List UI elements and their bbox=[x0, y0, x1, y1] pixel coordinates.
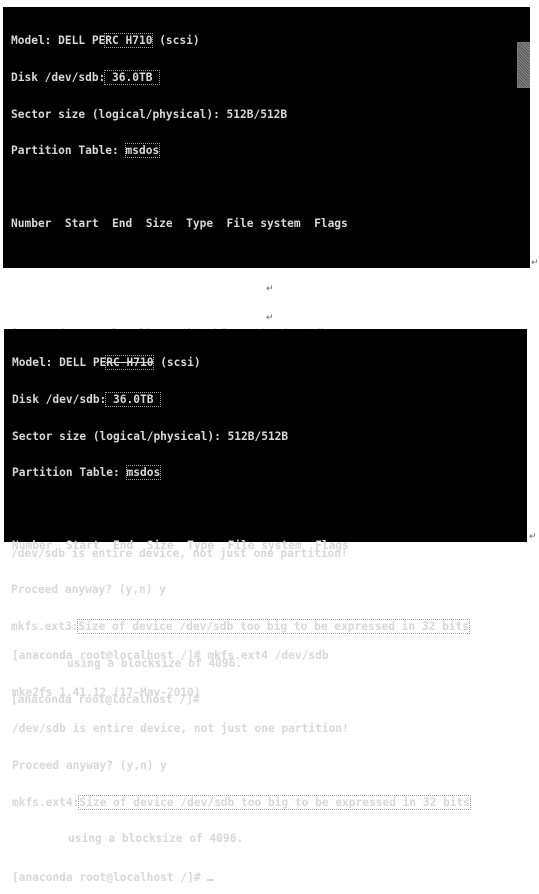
model-line: Model: DELL PERC H710 (scsi) bbox=[12, 355, 201, 371]
sector-size-line: Sector size (logical/physical): 512B/512… bbox=[12, 429, 289, 443]
partition-table-header: Number Start End Size Type File system F… bbox=[11, 217, 348, 231]
error-line: mkfs.ext4:Size of device /dev/sdb too bi… bbox=[12, 794, 472, 810]
partition-value-highlight: msdos bbox=[124, 143, 161, 159]
disk-line: Disk /dev/sdb: 36.0TB bbox=[11, 70, 530, 85]
disk-size-highlight: 36.0TB bbox=[104, 70, 161, 85]
partition-table-line: Partition Table: msdos bbox=[12, 465, 162, 481]
disk-size-highlight: 36.0TB bbox=[105, 392, 162, 407]
text-cursor bbox=[207, 870, 215, 881]
model-highlight: RC H710 bbox=[105, 355, 155, 371]
partition-table-line: Partition Table: msdos bbox=[11, 143, 161, 159]
terminal-line: mke2fs 1.41.12 (17-May-2010) bbox=[12, 685, 201, 699]
model-line: Model: DELL PERC H710 (scsi) bbox=[11, 33, 200, 49]
partition-value-highlight: msdos bbox=[125, 465, 162, 481]
error-continuation: using a blocksize of 4096. bbox=[68, 832, 244, 846]
paragraph-mark-icon: ↵ bbox=[529, 532, 537, 542]
model-highlight: RC H710 bbox=[104, 33, 154, 49]
terminal-line: Proceed anyway? (y,n) y bbox=[12, 758, 167, 772]
terminal-screenshot-ext3: Model: DELL PERC H710 (scsi) Disk /dev/s… bbox=[3, 7, 530, 706]
error-highlight: Size of device /dev/sdb too big to be ex… bbox=[78, 794, 472, 810]
scrollbar[interactable] bbox=[517, 42, 530, 88]
terminal-screenshot-ext4: Model: DELL PERC H710 (scsi) Disk /dev/s… bbox=[4, 329, 527, 883]
terminal-line: [anaconda root@localhost /]# mkfs.ext4 /… bbox=[12, 649, 329, 663]
paragraph-mark-icon: ↵ bbox=[531, 258, 539, 268]
disk-line: Disk /dev/sdb: 36.0TB bbox=[12, 392, 527, 407]
paragraph-mark-icon: ↵ bbox=[266, 284, 274, 294]
terminal-line: /dev/sdb is entire device, not just one … bbox=[12, 722, 349, 736]
sector-size-line: Sector size (logical/physical): 512B/512… bbox=[11, 107, 288, 121]
shell-prompt: [anaconda root@localhost /]# bbox=[12, 870, 527, 883]
paragraph-mark-icon: ↵ bbox=[266, 313, 274, 323]
partition-table-header: Number Start End Size Type File system F… bbox=[12, 539, 349, 553]
